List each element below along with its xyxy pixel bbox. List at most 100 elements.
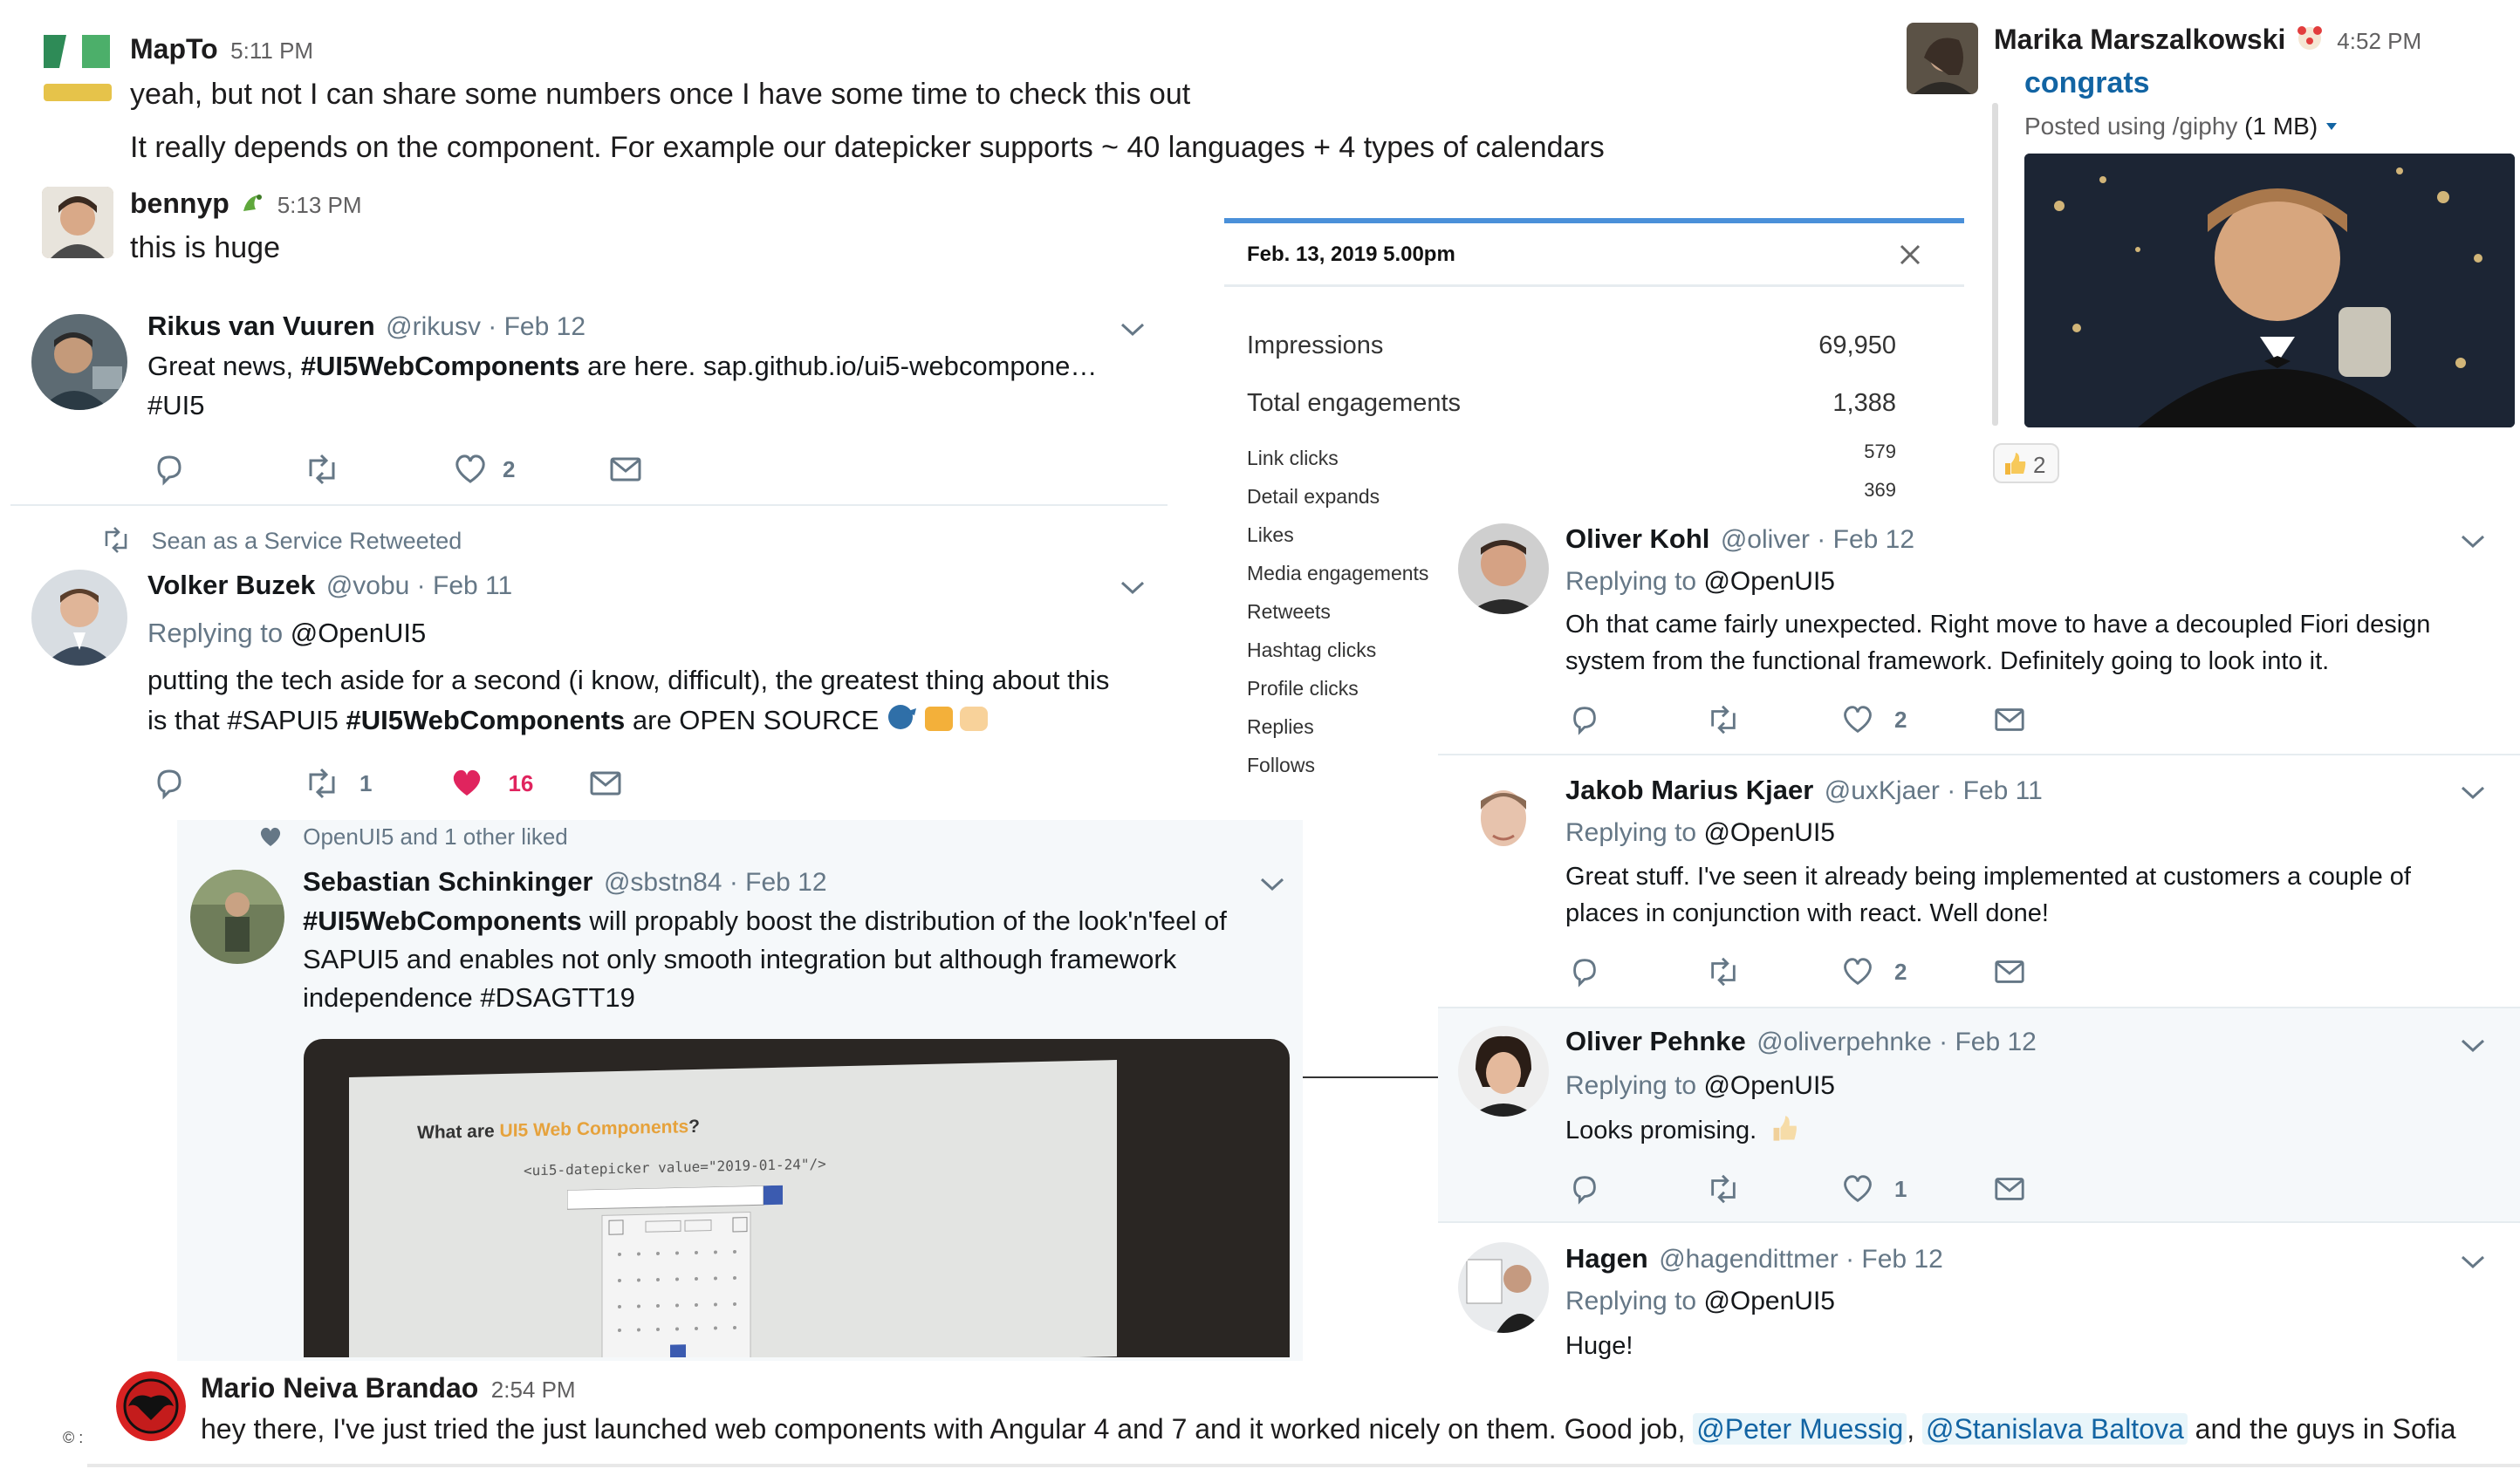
jakob-handle[interactable]: @uxKjaer · Feb 11 <box>1825 776 2043 805</box>
caret-down-icon[interactable] <box>2325 121 2339 132</box>
liked-heart-icon[interactable] <box>449 766 485 801</box>
oliverk-actions: 2 <box>1568 703 2027 736</box>
mapto-name[interactable]: MapTo <box>130 33 218 65</box>
message-icon[interactable] <box>1992 1172 2027 1206</box>
replying-label: Replying to <box>1565 1287 1697 1315</box>
rikus-handle[interactable]: @rikusv · Feb 12 <box>386 312 585 341</box>
marika-avatar[interactable] <box>1907 23 1978 94</box>
mention-peter[interactable]: @Peter Muessig <box>1693 1413 1907 1445</box>
sebastian-avatar[interactable] <box>190 870 284 964</box>
rikus-text-line2[interactable]: #UI5 <box>147 390 204 420</box>
sebastian-name[interactable]: Sebastian Schinkinger <box>303 866 593 897</box>
mario-time[interactable]: 2:54 PM <box>491 1377 576 1403</box>
hagen-name[interactable]: Hagen <box>1565 1243 1648 1274</box>
giphy-link[interactable]: congrats <box>2024 66 2150 100</box>
oliverp-handle[interactable]: @oliverpehnke · Feb 12 <box>1756 1028 2037 1056</box>
jakob-chevron-down-icon[interactable] <box>2458 783 2488 803</box>
retweet-label: Sean as a Service Retweeted <box>101 527 462 555</box>
rikus-text-post[interactable]: are here. sap.github.io/ui5-webcompone… <box>587 351 1097 381</box>
liked-label-text[interactable]: OpenUI5 and 1 other liked <box>303 823 568 850</box>
hagen-handle[interactable]: @hagendittmer · Feb 12 <box>1659 1245 1943 1274</box>
reply-icon[interactable] <box>1568 703 1601 736</box>
oliverp-chevron-down-icon[interactable] <box>2458 1036 2488 1056</box>
reply-icon[interactable] <box>152 452 187 487</box>
reaction-thumbs-up[interactable]: 2 <box>1993 443 2059 483</box>
slide-code: <ui5-datepicker value="2019-01-24"/> <box>524 1155 826 1179</box>
message-icon[interactable] <box>1992 955 2027 988</box>
reply-icon[interactable] <box>1568 955 1601 988</box>
total-engagements-label: Total engagements <box>1247 389 1462 417</box>
message-icon[interactable] <box>587 766 624 801</box>
volker-handle[interactable]: @vobu · Feb 11 <box>326 571 512 600</box>
close-icon[interactable] <box>1898 243 1922 267</box>
total-engagements-value: 1,388 <box>1832 389 1896 417</box>
marika-name[interactable]: Marika Marszalkowski <box>1994 24 2285 55</box>
sebastian-text-line3[interactable]: independence #DSAGTT19 <box>303 982 635 1013</box>
volker-name[interactable]: Volker Buzek <box>147 570 315 600</box>
detail-expands-value: 369 <box>1864 479 1896 501</box>
slide-title-accent: UI5 Web Components <box>499 1117 689 1142</box>
giphy-size[interactable]: (1 MB) <box>2244 113 2318 140</box>
giphy-image[interactable] <box>2024 154 2515 427</box>
mapto-time[interactable]: 5:11 PM <box>230 38 313 64</box>
jakob-avatar[interactable] <box>1458 775 1549 865</box>
retweet-icon[interactable] <box>304 452 340 487</box>
impressions-label: Impressions <box>1247 331 1384 359</box>
mario-header: Mario Neiva Brandao 2:54 PM <box>201 1372 576 1404</box>
reply-icon[interactable] <box>152 766 187 801</box>
reply-to-link[interactable]: @OpenUI5 <box>1703 1071 1835 1100</box>
sebastian-hashtag[interactable]: #UI5WebComponents <box>303 905 582 936</box>
oliverp-name[interactable]: Oliver Pehnke <box>1565 1026 1746 1056</box>
retweet-icon[interactable] <box>1706 955 1741 988</box>
oliverk-chevron-down-icon[interactable] <box>2458 532 2488 551</box>
bennyp-name[interactable]: bennyp <box>130 188 229 219</box>
sebastian-handle[interactable]: @sbstn84 · Feb 12 <box>604 868 827 897</box>
hagen-avatar[interactable] <box>1458 1242 1549 1333</box>
oliverp-avatar[interactable] <box>1458 1026 1549 1117</box>
volker-avatar[interactable] <box>31 570 127 666</box>
rikus-chevron-down-icon[interactable] <box>1118 320 1147 339</box>
reply-to-link[interactable]: @OpenUI5 <box>1703 818 1835 847</box>
retweet-icon[interactable] <box>1706 1172 1741 1206</box>
retweet-icon[interactable] <box>304 766 340 801</box>
mapto-message-2: It really depends on the component. For … <box>130 131 1605 164</box>
volker-hashtag[interactable]: #UI5WebComponents <box>346 705 625 735</box>
datepicker-illustration-icon <box>567 1185 783 1357</box>
like-icon[interactable] <box>1840 703 1875 736</box>
hagen-chevron-down-icon[interactable] <box>2458 1253 2488 1272</box>
volker-chevron-down-icon[interactable] <box>1118 578 1147 598</box>
tweet-photo[interactable]: What are UI5 Web Components? <ui5-datepi… <box>304 1039 1290 1357</box>
mario-avatar[interactable] <box>116 1371 186 1441</box>
retweet-icon[interactable] <box>1706 703 1741 736</box>
reply-to-link[interactable]: @OpenUI5 <box>291 618 427 648</box>
rikus-avatar[interactable] <box>31 314 127 410</box>
jakob-name[interactable]: Jakob Marius Kjaer <box>1565 775 1813 805</box>
reply-to-link[interactable]: @OpenUI5 <box>1703 1287 1835 1315</box>
rikus-name[interactable]: Rikus van Vuuren <box>147 311 375 341</box>
clown-emoji-icon <box>2295 23 2325 52</box>
rikus-text: Great news, #UI5WebComponents are here. … <box>147 346 1177 425</box>
reply-to-link[interactable]: @OpenUI5 <box>1703 567 1835 596</box>
slide-title-q: ? <box>688 1116 700 1138</box>
rikus-hashtag[interactable]: #UI5WebComponents <box>301 351 580 381</box>
giphy-posted-text: Posted using /giphy <box>2024 113 2238 140</box>
like-icon[interactable] <box>1840 1172 1875 1206</box>
oliverk-handle[interactable]: @oliver · Feb 12 <box>1721 525 1914 554</box>
bennyp-avatar[interactable] <box>42 187 113 258</box>
volker-retweet-count: 1 <box>360 769 373 796</box>
sebastian-chevron-down-icon[interactable] <box>1257 875 1287 894</box>
oliverk-like-count: 2 <box>1894 706 1907 733</box>
like-icon[interactable] <box>1840 955 1875 988</box>
oliverk-avatar[interactable] <box>1458 523 1549 614</box>
oliverk-name[interactable]: Oliver Kohl <box>1565 523 1709 554</box>
retweet-label-text[interactable]: Sean as a Service Retweeted <box>152 528 462 554</box>
bennyp-time[interactable]: 5:13 PM <box>277 192 362 218</box>
reply-icon[interactable] <box>1568 1172 1601 1206</box>
mario-name[interactable]: Mario Neiva Brandao <box>201 1372 478 1404</box>
person-avatar-icon <box>1458 523 1549 614</box>
like-icon[interactable] <box>452 452 489 487</box>
message-icon[interactable] <box>1992 703 2027 736</box>
mention-stanislava[interactable]: @Stanislava Baltova <box>1922 1413 2188 1445</box>
message-icon[interactable] <box>607 452 644 487</box>
marika-time[interactable]: 4:52 PM <box>2337 28 2421 54</box>
